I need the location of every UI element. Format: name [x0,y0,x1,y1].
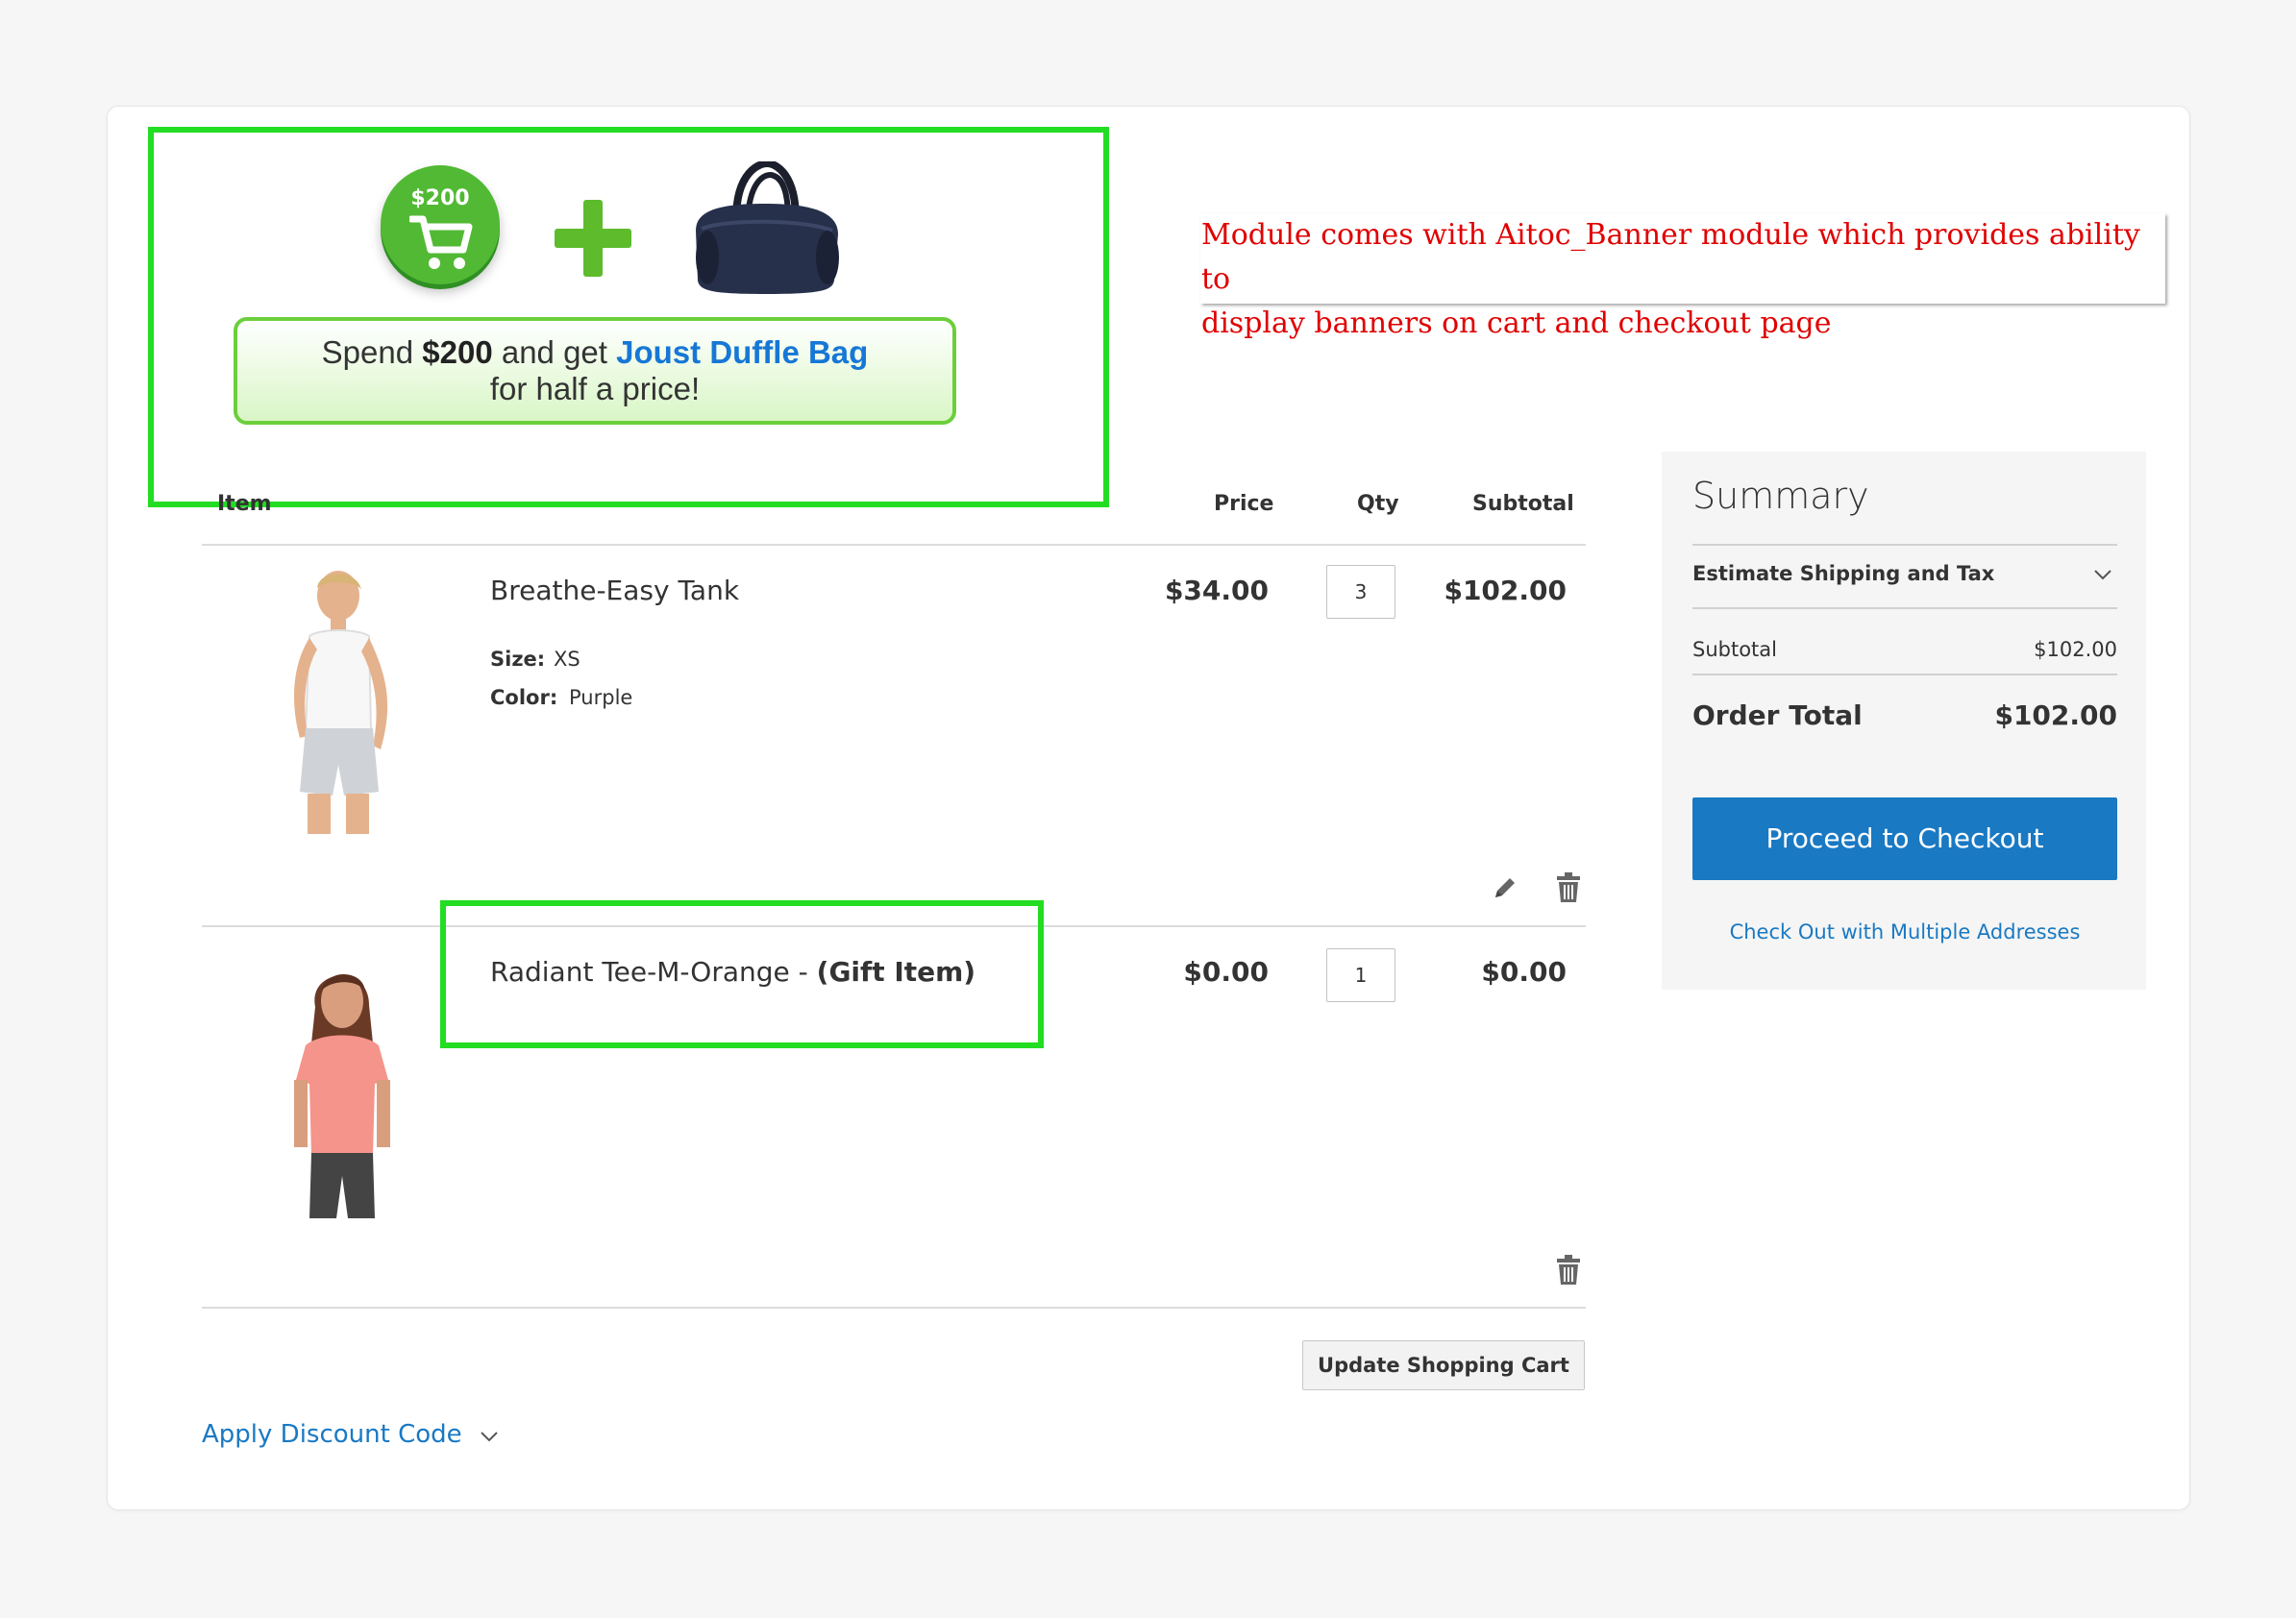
column-header-qty: Qty [1357,492,1399,516]
product-image-breathe-easy-tank[interactable] [261,569,423,840]
column-header-item: Item [217,492,272,516]
trash-icon[interactable] [1556,872,1581,903]
summary-divider [1692,607,2117,609]
option-value-size: XS [554,648,580,671]
order-total-value: $102.00 [1994,699,2117,731]
column-header-price: Price [1214,492,1274,516]
estimate-shipping-toggle[interactable]: Estimate Shipping and Tax [1692,562,1994,585]
promo-prefix: Spend [321,334,423,370]
plus-icon [555,200,631,277]
option-value-color: Purple [569,686,633,709]
module-annotation-note: Module comes with Aitoc_Banner module wh… [1200,213,2165,340]
cart-badge: $200 [381,165,500,284]
product-image-radiant-tee[interactable] [273,963,407,1222]
promo-product-link[interactable]: Joust Duffle Bag [616,334,868,370]
option-label-color: Color: [490,686,558,709]
item-price: $0.00 [1183,956,1269,988]
edit-pencil-icon[interactable] [1492,874,1518,901]
promo-mid: and get [492,334,617,370]
badge-amount: $200 [410,186,470,210]
promo-amount: $200 [422,334,493,370]
table-bottom-divider [202,1307,1586,1309]
product-name-text: Radiant Tee-M-Orange - [490,956,817,988]
proceed-to-checkout-button[interactable]: Proceed to Checkout [1692,797,2117,880]
checkout-multiple-addresses-link[interactable]: Check Out with Multiple Addresses [1692,920,2117,944]
item-qty-input[interactable] [1326,948,1395,1002]
trash-icon[interactable] [1556,1255,1581,1286]
shopping-cart-icon [409,215,473,269]
promo-line-2: for half a price! [489,371,701,406]
item-subtotal: $0.00 [1481,956,1567,988]
apply-discount-code-link[interactable]: Apply Discount Code [202,1420,499,1449]
summary-subtotal-value: $102.00 [2034,638,2117,661]
discount-link-label: Apply Discount Code [202,1420,462,1449]
item-price: $34.00 [1164,575,1269,606]
note-line-2: display banners on cart and checkout pag… [1201,306,1832,340]
order-total-label: Order Total [1692,699,1863,731]
summary-divider [1692,674,2117,675]
chevron-down-icon[interactable] [2093,569,2112,580]
note-line-1: Module comes with Aitoc_Banner module wh… [1201,218,2140,296]
summary-divider [1692,544,2117,546]
column-header-subtotal: Subtotal [1472,492,1574,516]
summary-subtotal-label: Subtotal [1692,638,1777,661]
item-qty-input[interactable] [1326,565,1395,619]
product-name-radiant-tee[interactable]: Radiant Tee-M-Orange - (Gift Item) [490,956,975,988]
duffle-bag-icon [696,161,839,294]
option-label-size: Size: [490,648,546,671]
promo-message-box: Spend $200 and get Joust Duffle Bag for … [234,317,956,425]
gift-item-label: (Gift Item) [816,956,976,988]
summary-title: Summary [1692,475,1869,517]
product-name-breathe-easy-tank[interactable]: Breathe-Easy Tank [490,575,739,606]
chevron-down-icon [480,1431,499,1442]
item-subtotal: $102.00 [1444,575,1567,606]
table-header-divider [202,544,1586,546]
update-shopping-cart-button[interactable]: Update Shopping Cart [1302,1340,1585,1390]
promo-line-1: Spend $200 and get Joust Duffle Bag [237,334,952,371]
